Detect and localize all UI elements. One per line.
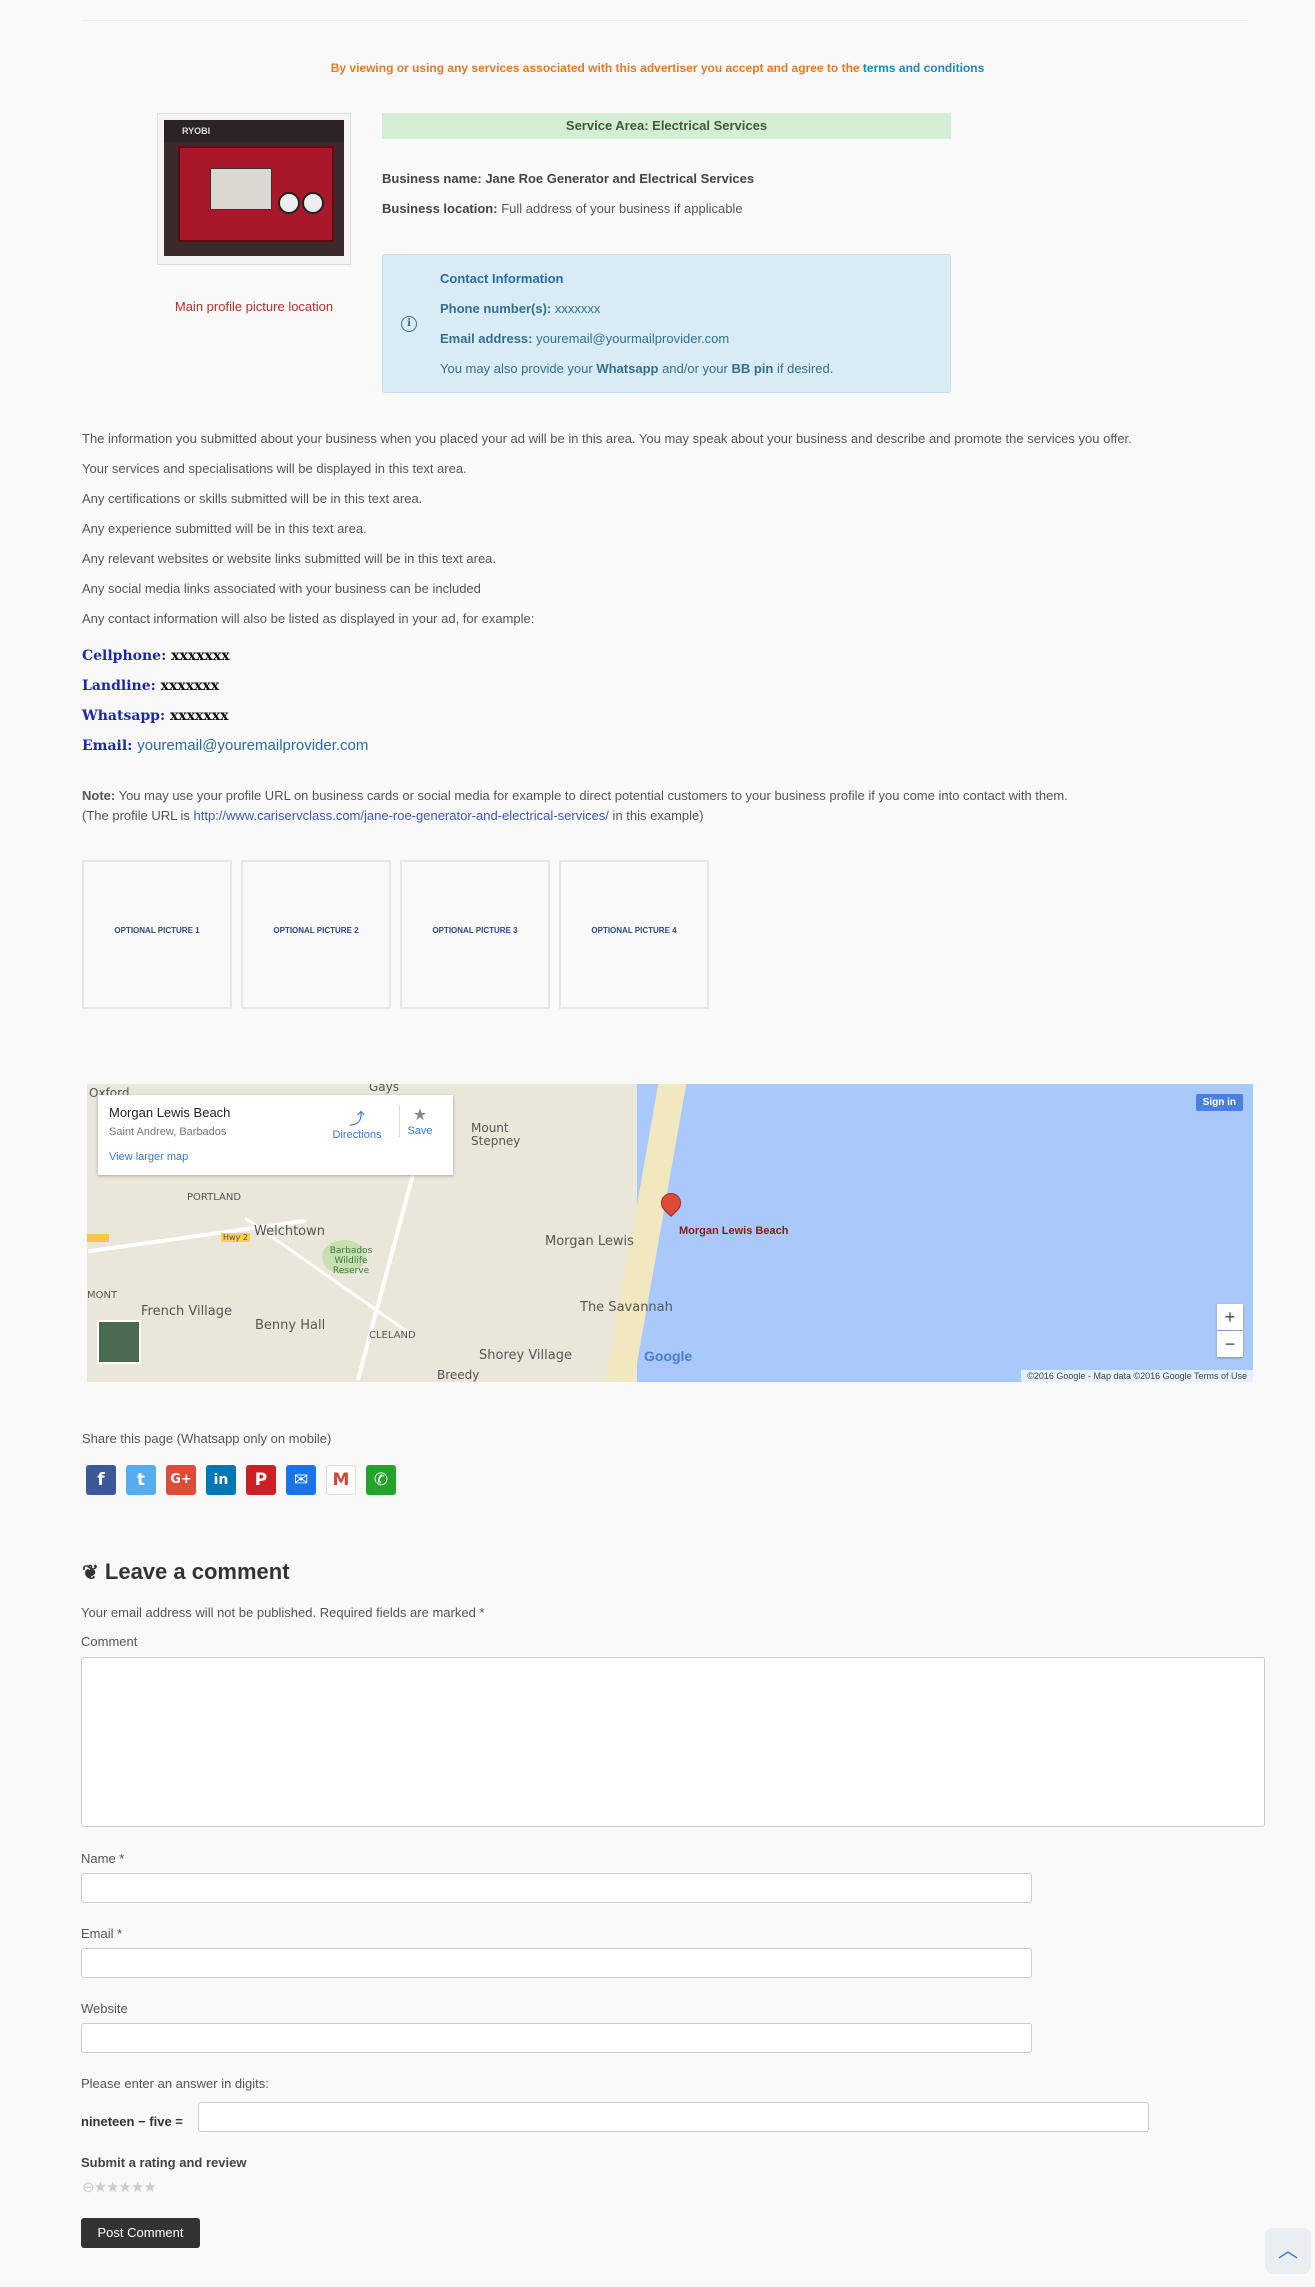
profile-url-note: Note: You may use your profile URL on bu… <box>82 788 1068 803</box>
zoom-in-button[interactable]: + <box>1217 1304 1243 1330</box>
facebook-icon[interactable]: f <box>86 1465 116 1495</box>
profile-picture-caption: Main profile picture location <box>174 299 334 314</box>
contact-info-title: Contact Information <box>440 271 564 286</box>
description-line: Any contact information will also be lis… <box>82 611 535 626</box>
optional-picture-4[interactable]: OPTIONAL PICTURE 4 <box>559 860 709 1009</box>
map-label: The Savannah <box>580 1300 673 1315</box>
profile-picture-frame: RYOBI <box>157 113 351 265</box>
comment-textarea[interactable] <box>81 1657 1265 1827</box>
google-map[interactable]: Oxford Gays Mount Stepney PORTLAND Welch… <box>87 1084 1253 1382</box>
feather-icon: ❦ <box>82 1562 99 1584</box>
linkedin-icon[interactable]: in <box>206 1465 236 1495</box>
service-area-banner: Service Area: Electrical Services <box>382 113 951 139</box>
rating-label: Submit a rating and review <box>81 2155 247 2170</box>
profile-url-line: (The profile URL is http://www.cariservc… <box>82 808 704 823</box>
contact-whatsapp: Whatsapp: xxxxxxx <box>82 708 229 724</box>
directions-button[interactable]: ⤴ Directions <box>327 1105 387 1141</box>
zoom-out-button[interactable]: − <box>1217 1331 1243 1357</box>
map-attribution: ©2016 Google - Map data ©2016 Google Ter… <box>1021 1370 1253 1382</box>
terms-link[interactable]: terms and conditions <box>863 61 984 75</box>
captcha-input[interactable] <box>198 2102 1149 2132</box>
contact-info-box: i Contact Information Phone number(s): x… <box>382 254 951 393</box>
comment-notice: Your email address will not be published… <box>81 1605 485 1620</box>
website-input[interactable] <box>81 2023 1032 2053</box>
terms-notice: By viewing or using any services associa… <box>330 61 985 75</box>
profile-picture: RYOBI <box>164 120 344 256</box>
contact-email-line: Email: youremail@youremailprovider.com <box>82 737 369 754</box>
map-place-name: Morgan Lewis Beach <box>109 1105 231 1120</box>
top-divider <box>82 20 1248 21</box>
map-info-card: Morgan Lewis Beach Saint Andrew, Barbado… <box>98 1095 453 1175</box>
comment-heading: ❦ Leave a comment <box>82 1559 290 1584</box>
map-label: Breedy <box>437 1368 480 1382</box>
save-button[interactable]: ★ Save <box>399 1105 440 1137</box>
map-label: Morgan Lewis <box>545 1234 634 1249</box>
map-label: Shorey Village <box>479 1348 572 1363</box>
whatsapp-icon[interactable]: ✆ <box>366 1465 396 1495</box>
optional-picture-3[interactable]: OPTIONAL PICTURE 3 <box>400 860 550 1009</box>
description-line: Any certifications or skills submitted w… <box>82 491 423 506</box>
description-line: Any social media links associated with y… <box>82 581 481 596</box>
comment-label: Comment <box>81 1634 138 1649</box>
contact-landline: Landline: xxxxxxx <box>82 678 220 694</box>
info-icon: i <box>401 316 417 332</box>
website-label: Website <box>81 2001 128 2016</box>
map-label: Barbados Wildlife Reserve <box>329 1246 373 1276</box>
map-label: Mount Stepney <box>471 1121 521 1148</box>
contact-phone: Phone number(s): xxxxxxx <box>440 301 601 316</box>
business-name: Business name: Jane Roe Generator and El… <box>382 171 755 186</box>
generator-brand-logo: RYOBI <box>182 126 211 136</box>
map-sign-in-button[interactable]: Sign in <box>1195 1094 1243 1111</box>
map-label: Benny Hall <box>255 1318 326 1333</box>
share-label: Share this page (Whatsapp only on mobile… <box>82 1431 332 1446</box>
email-icon[interactable]: ✉ <box>286 1465 316 1495</box>
contact-email: Email address: youremail@yourmailprovide… <box>440 331 730 346</box>
highway-shield: Hwy 2 <box>221 1233 250 1242</box>
email-label: Email * <box>81 1926 123 1941</box>
map-label: PORTLAND <box>187 1192 242 1203</box>
description-line: Any experience submitted will be in this… <box>82 521 367 536</box>
captcha-prompt: Please enter an answer in digits: <box>81 2076 269 2091</box>
optional-picture-2[interactable]: OPTIONAL PICTURE 2 <box>241 860 391 1009</box>
satellite-toggle[interactable] <box>97 1320 141 1364</box>
profile-url-link[interactable]: http://www.cariservclass.com/jane-roe-ge… <box>194 808 609 823</box>
gmail-icon[interactable]: M <box>326 1465 356 1495</box>
description-line: The information you submitted about your… <box>82 431 1132 446</box>
captcha-question: nineteen − five = <box>81 2114 183 2129</box>
description-line: Your services and specialisations will b… <box>82 461 467 476</box>
pinterest-icon[interactable]: P <box>246 1465 276 1495</box>
map-label: Welchtown <box>254 1224 326 1239</box>
map-label: French Village <box>141 1304 233 1319</box>
map-pin-label: Morgan Lewis Beach <box>679 1225 789 1237</box>
directions-icon: ⤴ <box>348 1111 365 1128</box>
email-input[interactable] <box>81 1948 1032 1978</box>
business-location: Business location: Full address of your … <box>382 201 743 216</box>
rating-stars[interactable]: ⊖★★★★★ <box>82 2178 157 2196</box>
google-plus-icon[interactable]: G+ <box>166 1465 196 1495</box>
map-label: MONT <box>87 1290 118 1301</box>
contact-cellphone: Cellphone: xxxxxxx <box>82 648 230 664</box>
view-larger-map-link[interactable]: View larger map <box>109 1151 188 1163</box>
name-label: Name * <box>81 1851 125 1866</box>
optional-picture-1[interactable]: OPTIONAL PICTURE 1 <box>82 860 232 1009</box>
google-logo: Google <box>644 1348 693 1364</box>
email-link[interactable]: youremail@youremailprovider.com <box>137 737 368 754</box>
twitter-icon[interactable]: t <box>126 1465 156 1495</box>
description-line: Any relevant websites or website links s… <box>82 551 497 566</box>
star-icon: ★ <box>412 1107 428 1124</box>
name-input[interactable] <box>81 1873 1032 1903</box>
map-label: Gays <box>369 1084 400 1094</box>
map-label: CLELAND <box>369 1330 416 1341</box>
chevron-up-icon: ︿ <box>1278 2240 1298 2262</box>
back-to-top-button[interactable]: ︿ <box>1265 2228 1311 2274</box>
map-place-region: Saint Andrew, Barbados <box>109 1126 227 1138</box>
post-comment-button[interactable]: Post Comment <box>81 2218 200 2248</box>
contact-extra: You may also provide your Whatsapp and/o… <box>440 361 834 376</box>
